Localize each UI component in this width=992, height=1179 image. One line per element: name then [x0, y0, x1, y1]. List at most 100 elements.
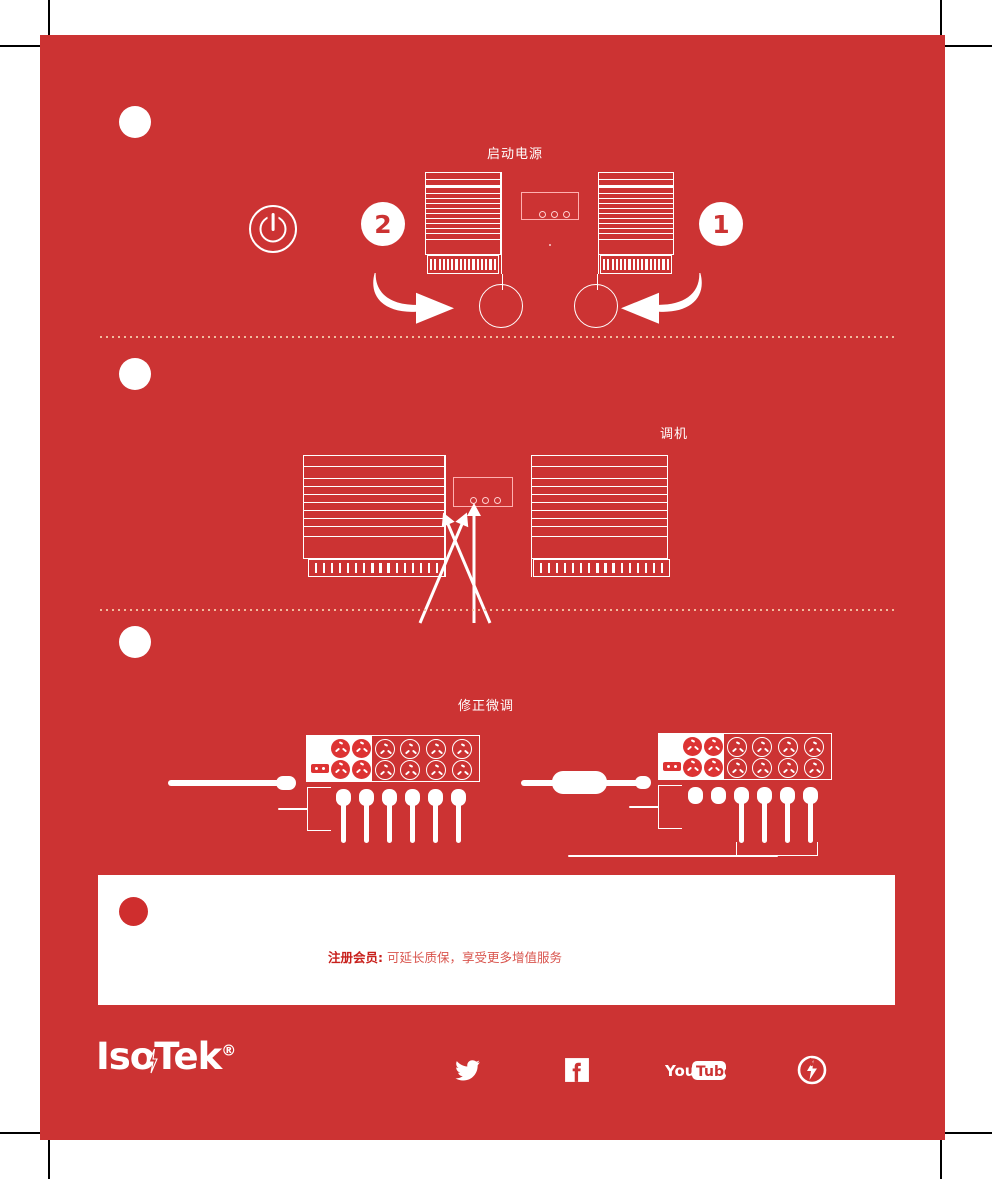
- socket-outline-4[interactable]: [452, 739, 472, 759]
- cropmark-tr-h: [942, 45, 992, 47]
- bracket-left-lead: [278, 808, 308, 810]
- socket-outline-6[interactable]: [400, 760, 420, 780]
- socket-outline-r4[interactable]: [804, 737, 824, 757]
- device-right-vents: [600, 255, 672, 274]
- twitter-icon[interactable]: [453, 1057, 483, 1083]
- isotek-logo-bolt-icon: [148, 1048, 158, 1074]
- plug-left-3-cord: [387, 803, 392, 843]
- divider-1: [98, 336, 898, 338]
- plug-right-3-cord: [739, 801, 744, 843]
- youtube-icon[interactable]: You Tube: [665, 1059, 727, 1083]
- divider-2: [98, 609, 898, 611]
- step-number-2: 2: [361, 202, 405, 246]
- youtube-icon-you-label: You: [665, 1062, 695, 1080]
- device-front-tuning: [303, 455, 670, 580]
- socket-outline-8[interactable]: [452, 760, 472, 780]
- socket-outline-r7[interactable]: [778, 758, 798, 778]
- outlet-strip-right-red: [724, 733, 832, 780]
- socket-outline-r1[interactable]: [727, 737, 747, 757]
- device-right-panel-large: [531, 455, 668, 559]
- device-knob-left[interactable]: [479, 284, 523, 328]
- plug-left-5-cord: [433, 803, 438, 843]
- outlet-strip-left-red: [372, 735, 480, 782]
- fuse-left: [311, 764, 329, 773]
- registration-note-bold: 注册会员:: [328, 950, 383, 965]
- socket-outline-r5[interactable]: [727, 758, 747, 778]
- bracket-right-bottom: [736, 842, 818, 856]
- fuse-right: [663, 762, 681, 771]
- outlet-strip-left: [306, 735, 480, 782]
- device-left-panel: [425, 172, 501, 255]
- isotek-logo: IsoTek®: [96, 1035, 236, 1078]
- facebook-icon[interactable]: [564, 1057, 590, 1083]
- youtube-icon-tube-label: Tube: [696, 1064, 727, 1080]
- power-icon: [249, 205, 297, 253]
- plug-right-5-cord: [785, 801, 790, 843]
- section-heading-startup: 启动电源: [487, 147, 544, 162]
- cropmark-br-h: [942, 1132, 992, 1134]
- section-heading-fine-adjust: 修正微调: [458, 699, 515, 714]
- socket-red-r2[interactable]: [704, 737, 723, 756]
- bullet-marker-1: [119, 106, 151, 138]
- socket-outline-5[interactable]: [375, 760, 395, 780]
- arrow-right-curved: [373, 273, 454, 324]
- bracket-right: [658, 785, 682, 829]
- socket-red-3[interactable]: [331, 760, 350, 779]
- cable-left-plug: [276, 776, 296, 790]
- plug-left-4-cord: [410, 803, 415, 843]
- socket-outline-3[interactable]: [426, 739, 446, 759]
- socket-red-1[interactable]: [331, 739, 350, 758]
- step-number-1: 1: [699, 202, 743, 246]
- plug-right-1: [688, 787, 703, 804]
- socket-red-r1[interactable]: [683, 737, 702, 756]
- device-knob-right[interactable]: [574, 284, 618, 328]
- plug-left-2-cord: [364, 803, 369, 843]
- outlet-strip-right: [658, 733, 832, 780]
- device-left-panel-large: [303, 455, 445, 559]
- section-tuning: 调机: [40, 340, 945, 624]
- outlet-strip-left-white: [306, 735, 372, 782]
- page-canvas: 启动电源 2 1 调机 修正微调 注册会员: 可延长质保，享受更多增值服务 Is…: [40, 35, 945, 1140]
- socket-outline-2[interactable]: [400, 739, 420, 759]
- device-display-dots: [539, 211, 570, 218]
- section-fine-adjust: 修正微调: [40, 615, 945, 875]
- outlet-strip-right-white: [658, 733, 724, 780]
- power-icon-ring: [259, 215, 287, 243]
- cable-left: [168, 780, 283, 786]
- device-display-window: [521, 192, 579, 220]
- socket-red-r4[interactable]: [704, 758, 723, 777]
- socket-red-r3[interactable]: [683, 758, 702, 777]
- device-left-vents: [427, 255, 499, 274]
- bracket-right-bottom-lead: [568, 855, 778, 857]
- socket-outline-r3[interactable]: [778, 737, 798, 757]
- bullet-marker-4: [119, 897, 148, 926]
- device-right-vents-large: [533, 559, 670, 577]
- socket-red-4[interactable]: [352, 760, 371, 779]
- plug-left-6-cord: [456, 803, 461, 843]
- device-right-panel: [598, 172, 674, 255]
- plug-right-4-cord: [762, 801, 767, 843]
- socket-outline-r8[interactable]: [804, 758, 824, 778]
- bullet-marker-3: [119, 626, 151, 658]
- registration-note-text: 可延长质保，享受更多增值服务: [383, 950, 562, 965]
- bullet-marker-2: [119, 358, 151, 390]
- plug-right-6-cord: [808, 801, 813, 843]
- socket-outline-7[interactable]: [426, 760, 446, 780]
- section-heading-tuning: 调机: [660, 427, 689, 442]
- socket-outline-1[interactable]: [375, 739, 395, 759]
- socket-outline-r2[interactable]: [752, 737, 772, 757]
- cable-right-plug: [635, 776, 651, 789]
- registration-info-box: 注册会员: 可延长质保，享受更多增值服务: [98, 875, 895, 1005]
- device-led-dot: [549, 244, 551, 246]
- arrow-left-curved: [621, 273, 702, 324]
- socket-red-2[interactable]: [352, 739, 371, 758]
- bracket-left: [307, 787, 331, 831]
- isotek-circle-icon[interactable]: [797, 1055, 827, 1085]
- isotek-logo-trademark: ®: [221, 1041, 236, 1060]
- section-startup: 启动电源 2 1: [40, 35, 945, 335]
- cable-right-inline-block: [552, 771, 607, 794]
- socket-outline-r6[interactable]: [752, 758, 772, 778]
- registration-note: 注册会员: 可延长质保，享受更多增值服务: [328, 947, 562, 966]
- plug-left-1-cord: [341, 803, 346, 843]
- plug-right-2: [711, 787, 726, 804]
